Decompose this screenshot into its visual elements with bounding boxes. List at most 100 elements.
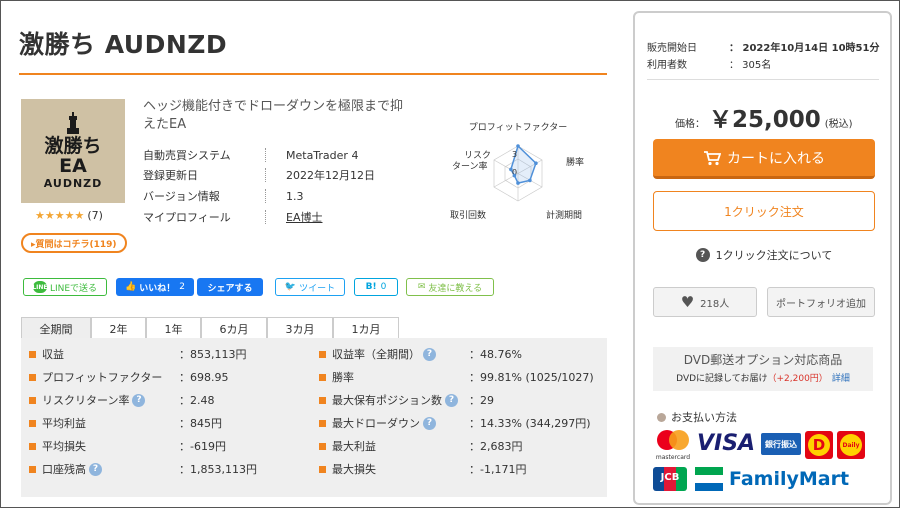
hatena-button[interactable]: B! 0: [354, 278, 398, 296]
tab-all[interactable]: 全期間: [21, 317, 91, 339]
daily-d-text: D: [808, 434, 830, 456]
price-value: ￥25,000: [709, 107, 821, 133]
stat-value: ：-1,171円: [469, 463, 527, 476]
help-icon[interactable]: ?: [423, 416, 436, 430]
jcb-text: JCB: [660, 472, 680, 483]
stat-row: 平均損失: [29, 436, 86, 456]
purchase-sidebar: 販売開始日 ： 2022年10月14日 10時51分 利用者数 ： 305名 価…: [633, 11, 892, 505]
bullet-icon: [29, 465, 36, 473]
radar-chart: プロフィットファクター 勝率 計測期間 取引回数 リスク ターン率 3 0: [450, 122, 584, 221]
heart-icon: ♥: [680, 293, 695, 311]
dvd-text-row: DVDに記録してお届け（+2,200円） 詳細: [653, 371, 873, 384]
stat-value: ：698.95: [179, 371, 229, 384]
stat-value: ：853,113円: [179, 348, 247, 361]
help-icon[interactable]: ?: [89, 462, 102, 476]
stat-row: 収益率（全期間）?: [319, 344, 436, 364]
bullet-icon: [657, 412, 666, 422]
dvd-text: DVDに記録してお届け: [676, 374, 768, 384]
payment-methods-title: お支払い方法: [657, 409, 737, 425]
radar-point: [534, 161, 538, 165]
info-row-updated: 登録更新日 2022年12月12日: [143, 165, 375, 185]
stat-label: 最大ドローダウン: [332, 417, 420, 430]
favorite-count: 218人: [700, 298, 730, 310]
hatena-icon: B!: [365, 282, 377, 292]
qa-button[interactable]: ▸質問はコチラ(119): [21, 233, 127, 253]
stat-label: 平均利益: [42, 417, 86, 430]
info-separator: [265, 189, 266, 203]
bullet-icon: [29, 350, 36, 358]
tower-icon: [67, 112, 79, 134]
bullet-icon: [319, 442, 326, 450]
info-separator: [265, 210, 266, 224]
help-icon[interactable]: ?: [445, 393, 458, 407]
info-label: 自動売買システム: [143, 149, 231, 162]
radar-label-trades: 取引回数: [450, 209, 486, 221]
mail-icon: ✉: [417, 282, 426, 292]
radar-label-period: 計測期間: [546, 209, 582, 221]
daily-text: Daily: [840, 434, 862, 456]
one-click-info-link[interactable]: ? 1クリック注文について: [653, 245, 875, 265]
bullet-icon: [29, 419, 36, 427]
add-to-cart-button[interactable]: カートに入れる: [653, 139, 875, 179]
stat-row: 口座残高?: [29, 459, 102, 479]
info-separator: [265, 168, 266, 182]
cart-icon: [704, 150, 721, 165]
users-label: 利用者数: [647, 60, 687, 71]
stat-value: ：48.76%: [469, 348, 522, 361]
product-image-ea: EA: [59, 155, 87, 177]
tab-1m[interactable]: 1カ月: [333, 317, 399, 339]
stat-label: 収益: [42, 348, 64, 361]
payment-methods-label: お支払い方法: [671, 411, 737, 424]
stat-row: 最大損失: [319, 459, 376, 479]
sidebar-divider: [647, 79, 879, 80]
tab-6m[interactable]: 6カ月: [201, 317, 267, 339]
bullet-icon: [319, 350, 326, 358]
one-click-order-button[interactable]: 1クリック注文: [653, 191, 875, 231]
line-icon: LINE: [32, 281, 48, 293]
favorite-button[interactable]: ♥ 218人: [653, 287, 757, 317]
tab-1y[interactable]: 1年: [146, 317, 201, 339]
familymart-logo: FamilyMart: [729, 468, 850, 490]
stat-label: 収益率（全期間）: [332, 348, 420, 361]
stat-label: 口座残高: [42, 463, 86, 476]
mail-friend-button[interactable]: ✉ 友達に教える: [406, 278, 494, 296]
question-icon: ?: [695, 248, 710, 262]
dvd-detail-link[interactable]: 詳細: [832, 374, 850, 384]
bank-transfer-logo: 銀行振込: [761, 433, 801, 455]
tab-3m[interactable]: 3カ月: [267, 317, 333, 339]
help-icon[interactable]: ?: [423, 347, 436, 361]
sale-start-value: ： 2022年10月14日 10時51分: [729, 43, 880, 54]
line-share-button[interactable]: LINE LINEで送る: [23, 278, 107, 296]
info-separator: [265, 148, 266, 162]
profile-link[interactable]: EA博士: [286, 209, 322, 225]
dvd-option-box: DVD郵送オプション対応商品 DVDに記録してお届け（+2,200円） 詳細: [653, 347, 873, 391]
add-portfolio-button[interactable]: ポートフォリオ追加: [767, 287, 875, 317]
hatena-count: 0: [380, 282, 387, 292]
tab-2y[interactable]: 2年: [91, 317, 146, 339]
help-icon[interactable]: ?: [132, 393, 146, 407]
facebook-like-button[interactable]: 👍 いいね！ 2: [116, 278, 194, 296]
info-label: バージョン情報: [143, 190, 220, 203]
dvd-price: （+2,200円）: [767, 374, 828, 384]
stat-label: 最大利益: [332, 440, 376, 453]
like-label: いいね！: [139, 283, 176, 294]
page-title: 激勝ち AUDNZD: [19, 30, 228, 59]
stat-value: ：2.48: [179, 394, 215, 407]
rating[interactable]: ★★★★★ (7): [35, 209, 103, 222]
rating-count: (7): [87, 209, 103, 222]
tweet-button[interactable]: 🐦 ツイート: [275, 278, 345, 296]
product-image[interactable]: 激勝ち EA AUDNZD: [21, 99, 125, 203]
stat-value: ：1,853,113円: [179, 463, 257, 476]
radar-label-risk: リスク: [464, 150, 491, 161]
radar-scale-max: 3: [512, 150, 517, 159]
sale-start-row: 販売開始日 ： 2022年10月14日 10時51分: [647, 39, 879, 54]
bullet-icon: [29, 442, 36, 450]
stat-row: 勝率: [319, 367, 354, 387]
price-block: 価格： ￥25,000 (税込): [675, 100, 853, 134]
stat-row: 最大保有ポジション数?: [319, 390, 458, 410]
cart-label: カートに入れる: [727, 150, 825, 167]
facebook-share-button[interactable]: シェアする: [197, 278, 263, 296]
bullet-icon: [319, 419, 326, 427]
stat-value: ：845円: [179, 417, 222, 430]
stat-value: ：99.81% (1025/1027): [469, 371, 594, 384]
